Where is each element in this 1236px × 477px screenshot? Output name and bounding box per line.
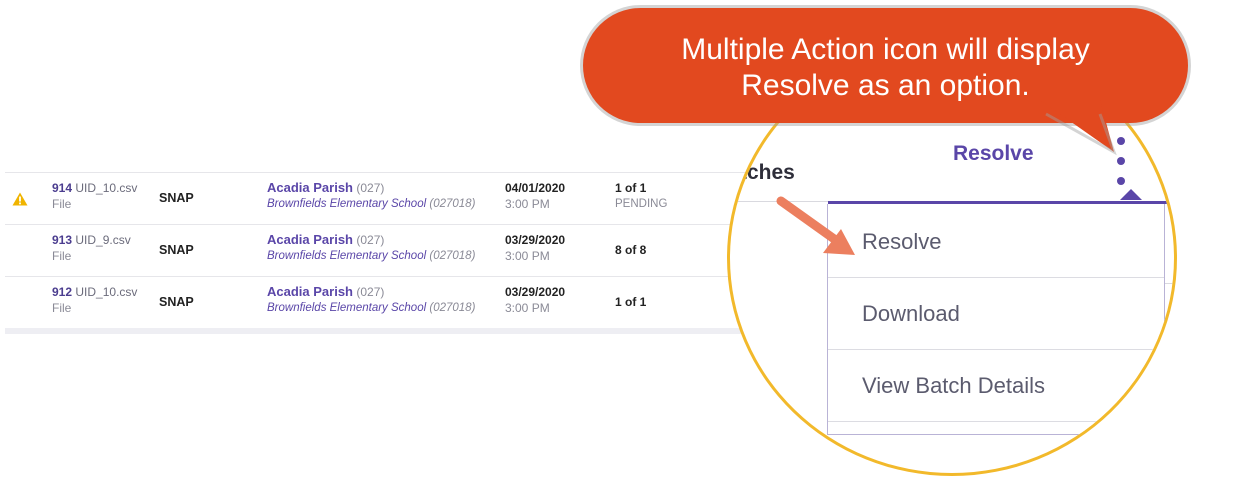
menu-pointer bbox=[1120, 189, 1142, 200]
time: 3:00 PM bbox=[505, 197, 550, 211]
school-code: (027018) bbox=[429, 250, 476, 262]
status-text: PENDING bbox=[615, 198, 668, 210]
program-cell: SNAP bbox=[159, 295, 194, 309]
date-cell: 04/01/2020 3:00 PM bbox=[505, 180, 565, 212]
warning-icon bbox=[12, 192, 28, 211]
count-cell: 1 of 1 PENDING bbox=[615, 180, 667, 212]
menu-item-resolve[interactable]: Resolve bbox=[828, 204, 1164, 278]
file-name: UID_9.csv bbox=[75, 233, 131, 247]
pointer-arrow bbox=[776, 196, 855, 255]
district-cell: Acadia Parish (027) Brownfields Elementa… bbox=[267, 232, 475, 264]
date: 04/01/2020 bbox=[505, 181, 566, 195]
menu-item-download[interactable]: Download bbox=[828, 278, 1164, 350]
section-title-fragment: tches bbox=[740, 161, 795, 184]
district-link[interactable]: Acadia Parish bbox=[267, 284, 353, 299]
table-row[interactable]: 912 UID_10.csv File SNAP Acadia Parish (… bbox=[5, 277, 855, 329]
file-type: File bbox=[52, 301, 72, 315]
file-cell: 914 UID_10.csv File bbox=[52, 180, 137, 212]
district-link[interactable]: Acadia Parish bbox=[267, 180, 353, 195]
count-cell: 8 of 8 bbox=[615, 242, 646, 258]
menu-item-view-batch-details[interactable]: View Batch Details bbox=[828, 350, 1164, 422]
count-cell: 1 of 1 bbox=[615, 294, 646, 310]
action-menu: Resolve Download View Batch Details bbox=[827, 204, 1165, 435]
file-cell: 912 UID_10.csv File bbox=[52, 284, 137, 316]
district-code: (027) bbox=[356, 233, 385, 247]
file-name: UID_10.csv bbox=[75, 285, 138, 299]
file-type: File bbox=[52, 249, 72, 263]
record-count: 1 of 1 bbox=[615, 181, 647, 195]
time: 3:00 PM bbox=[505, 301, 550, 315]
school-link[interactable]: Brownfields Elementary School bbox=[267, 198, 426, 210]
divider bbox=[1164, 283, 1174, 284]
time: 3:00 PM bbox=[505, 249, 550, 263]
file-cell: 913 UID_9.csv File bbox=[52, 232, 131, 264]
callout-text: Multiple Action icon will display Resolv… bbox=[583, 32, 1188, 104]
school-link[interactable]: Brownfields Elementary School bbox=[267, 302, 426, 314]
school-code: (027018) bbox=[429, 198, 476, 210]
record-count: 8 of 8 bbox=[615, 243, 647, 257]
callout-tail bbox=[1040, 100, 1117, 156]
district-code: (027) bbox=[356, 181, 385, 195]
file-name: UID_10.csv bbox=[75, 181, 138, 195]
callout-line-1: Multiple Action icon will display bbox=[681, 33, 1090, 66]
table-row[interactable]: 914 UID_10.csv File SNAP Acadia Parish (… bbox=[5, 172, 855, 225]
district-link[interactable]: Acadia Parish bbox=[267, 232, 353, 247]
table-footer-bar bbox=[5, 328, 855, 334]
date: 03/29/2020 bbox=[505, 285, 566, 299]
resolve-action-label[interactable]: Resolve bbox=[953, 142, 1034, 166]
date-cell: 03/29/2020 3:00 PM bbox=[505, 284, 565, 316]
date: 03/29/2020 bbox=[505, 233, 566, 247]
district-code: (027) bbox=[356, 285, 385, 299]
district-cell: Acadia Parish (027) Brownfields Elementa… bbox=[267, 180, 475, 212]
program-cell: SNAP bbox=[159, 191, 194, 205]
date-cell: 03/29/2020 3:00 PM bbox=[505, 232, 565, 264]
school-link[interactable]: Brownfields Elementary School bbox=[267, 250, 426, 262]
district-cell: Acadia Parish (027) Brownfields Elementa… bbox=[267, 284, 475, 316]
batch-id[interactable]: 912 bbox=[52, 285, 72, 299]
file-type: File bbox=[52, 197, 72, 211]
school-code: (027018) bbox=[429, 302, 476, 314]
callout-line-2: Resolve as an option. bbox=[741, 69, 1030, 102]
batch-id[interactable]: 914 bbox=[52, 181, 72, 195]
batch-id[interactable]: 913 bbox=[52, 233, 72, 247]
record-count: 1 of 1 bbox=[615, 295, 647, 309]
program-cell: SNAP bbox=[159, 243, 194, 257]
